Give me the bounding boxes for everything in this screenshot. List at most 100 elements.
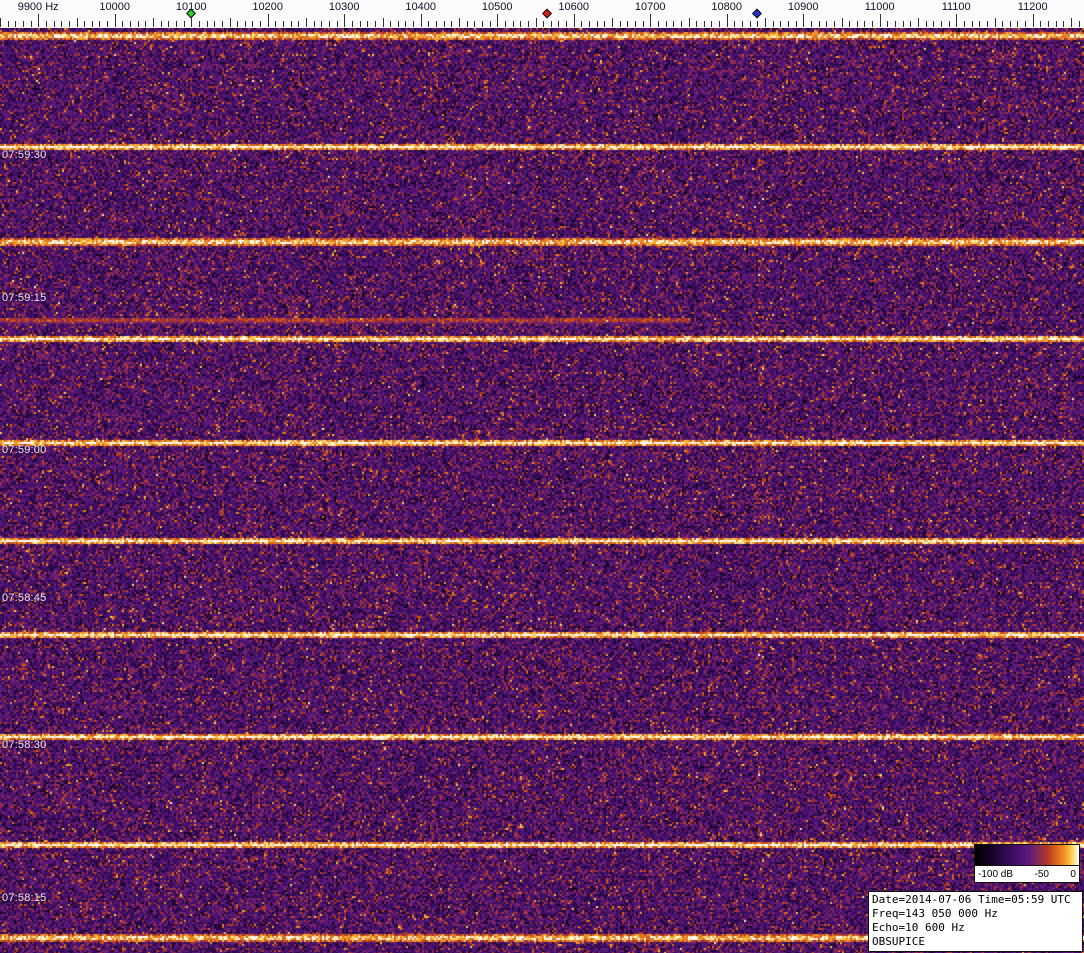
ruler-tick — [818, 21, 820, 27]
ruler-tick — [91, 21, 93, 27]
ruler-tick — [734, 21, 736, 27]
colorbar-legend: -100 dB -50 0 — [974, 844, 1080, 883]
ruler-tick — [214, 21, 216, 27]
ruler-tick — [864, 21, 866, 27]
ruler-tick — [53, 21, 55, 27]
ruler-tick — [902, 21, 904, 27]
info-frequency: Freq=143 050 000 Hz — [872, 907, 998, 920]
colorbar-labels: -100 dB -50 0 — [975, 866, 1079, 882]
ruler-tick — [1002, 21, 1004, 27]
ruler-tick — [948, 21, 950, 27]
ruler-tick — [436, 21, 437, 27]
ruler-tick — [918, 18, 919, 27]
ruler-tick — [963, 21, 965, 27]
ruler-tick — [153, 18, 154, 27]
ruler-tick — [344, 14, 346, 27]
red-frequency-marker-diamond[interactable] — [542, 8, 552, 19]
ruler-tick — [657, 21, 659, 27]
ruler-tick — [267, 14, 269, 27]
ruler-tick — [206, 21, 208, 27]
ruler-tick — [428, 21, 430, 27]
ruler-tick — [550, 21, 552, 27]
ruler-tick — [680, 21, 682, 27]
ruler-tick — [619, 21, 621, 27]
ruler-tick — [627, 21, 629, 27]
ruler-tick — [971, 21, 973, 27]
ruler-tick — [719, 21, 721, 27]
ruler-tick — [787, 21, 789, 27]
ruler-tick — [474, 21, 476, 27]
ruler-tick — [451, 21, 453, 27]
frequency-ruler[interactable]: 9900 Hz 10000 10100 10200 10300 10400 10500 106… — [0, 0, 1084, 28]
ruler-tick — [673, 21, 675, 27]
ruler-tick — [22, 21, 24, 27]
ruler-label: 10600 — [558, 1, 589, 13]
ruler-tick — [543, 21, 545, 27]
ruler-tick — [321, 21, 323, 27]
ruler-label: 10700 — [634, 1, 666, 13]
ruler-tick — [374, 21, 376, 27]
ruler-tick — [405, 21, 407, 27]
ruler-tick — [956, 14, 958, 27]
ruler-tick — [581, 21, 583, 27]
ruler-tick — [1017, 21, 1019, 27]
ruler-tick — [703, 21, 705, 27]
ruler-tick — [1009, 21, 1011, 27]
ruler-tick — [175, 21, 177, 27]
ruler-tick — [183, 21, 185, 27]
ruler-tick — [390, 21, 392, 27]
ruler-tick — [290, 21, 292, 27]
ruler-tick — [114, 14, 116, 27]
ruler-tick — [481, 21, 483, 27]
time-label: 07:58:15 — [2, 892, 47, 904]
ruler-tick — [237, 21, 239, 27]
ruler-tick — [826, 21, 828, 27]
ruler-tick — [810, 21, 812, 27]
time-label: 07:59:00 — [2, 444, 47, 456]
ruler-tick — [726, 14, 728, 27]
colorbar-max-label: 0 — [1070, 868, 1076, 880]
ruler-tick — [313, 21, 315, 27]
ruler-tick — [527, 21, 529, 27]
ruler-tick — [15, 21, 17, 27]
info-date-time: Date=2014-07-06 Time=05:59 UTC — [872, 893, 1071, 906]
ruler-tick — [1063, 21, 1065, 27]
ruler-tick — [573, 14, 575, 27]
ruler-tick — [443, 21, 445, 27]
colorbar-min-label: -100 dB — [978, 868, 1014, 880]
ruler-tick — [107, 21, 109, 27]
time-label: 07:58:45 — [2, 592, 47, 604]
ruler-tick — [933, 21, 935, 27]
ruler-tick — [137, 21, 139, 27]
ruler-label: 9900 Hz — [17, 1, 59, 13]
ruler-tick — [221, 21, 223, 27]
ruler-tick — [489, 21, 491, 27]
ruler-tick — [0, 18, 1, 27]
ruler-tick — [650, 14, 652, 27]
ruler-tick — [1055, 21, 1057, 27]
ruler-tick — [61, 21, 63, 27]
ruler-tick — [879, 14, 881, 27]
ruler-tick — [459, 18, 460, 27]
ruler-tick — [275, 21, 277, 27]
ruler-tick — [298, 21, 300, 27]
ruler-tick — [803, 14, 805, 27]
ruler-tick — [306, 18, 307, 27]
ruler-tick — [780, 21, 782, 27]
ruler-tick — [504, 21, 506, 27]
blue-frequency-marker-diamond[interactable] — [752, 8, 763, 19]
ruler-tick — [30, 21, 32, 27]
ruler-tick — [765, 18, 766, 27]
ruler-tick — [872, 21, 874, 27]
ruler-tick — [1040, 21, 1042, 27]
ruler-tick — [1048, 21, 1049, 27]
ruler-label: 10900 — [787, 1, 819, 13]
ruler-tick — [634, 21, 636, 27]
ruler-tick — [1025, 21, 1027, 27]
ruler-tick — [887, 21, 889, 27]
ruler-tick — [351, 21, 353, 27]
ruler-tick — [382, 18, 384, 27]
ruler-tick — [856, 21, 858, 27]
ruler-tick — [566, 21, 568, 27]
ruler-tick — [535, 18, 537, 27]
